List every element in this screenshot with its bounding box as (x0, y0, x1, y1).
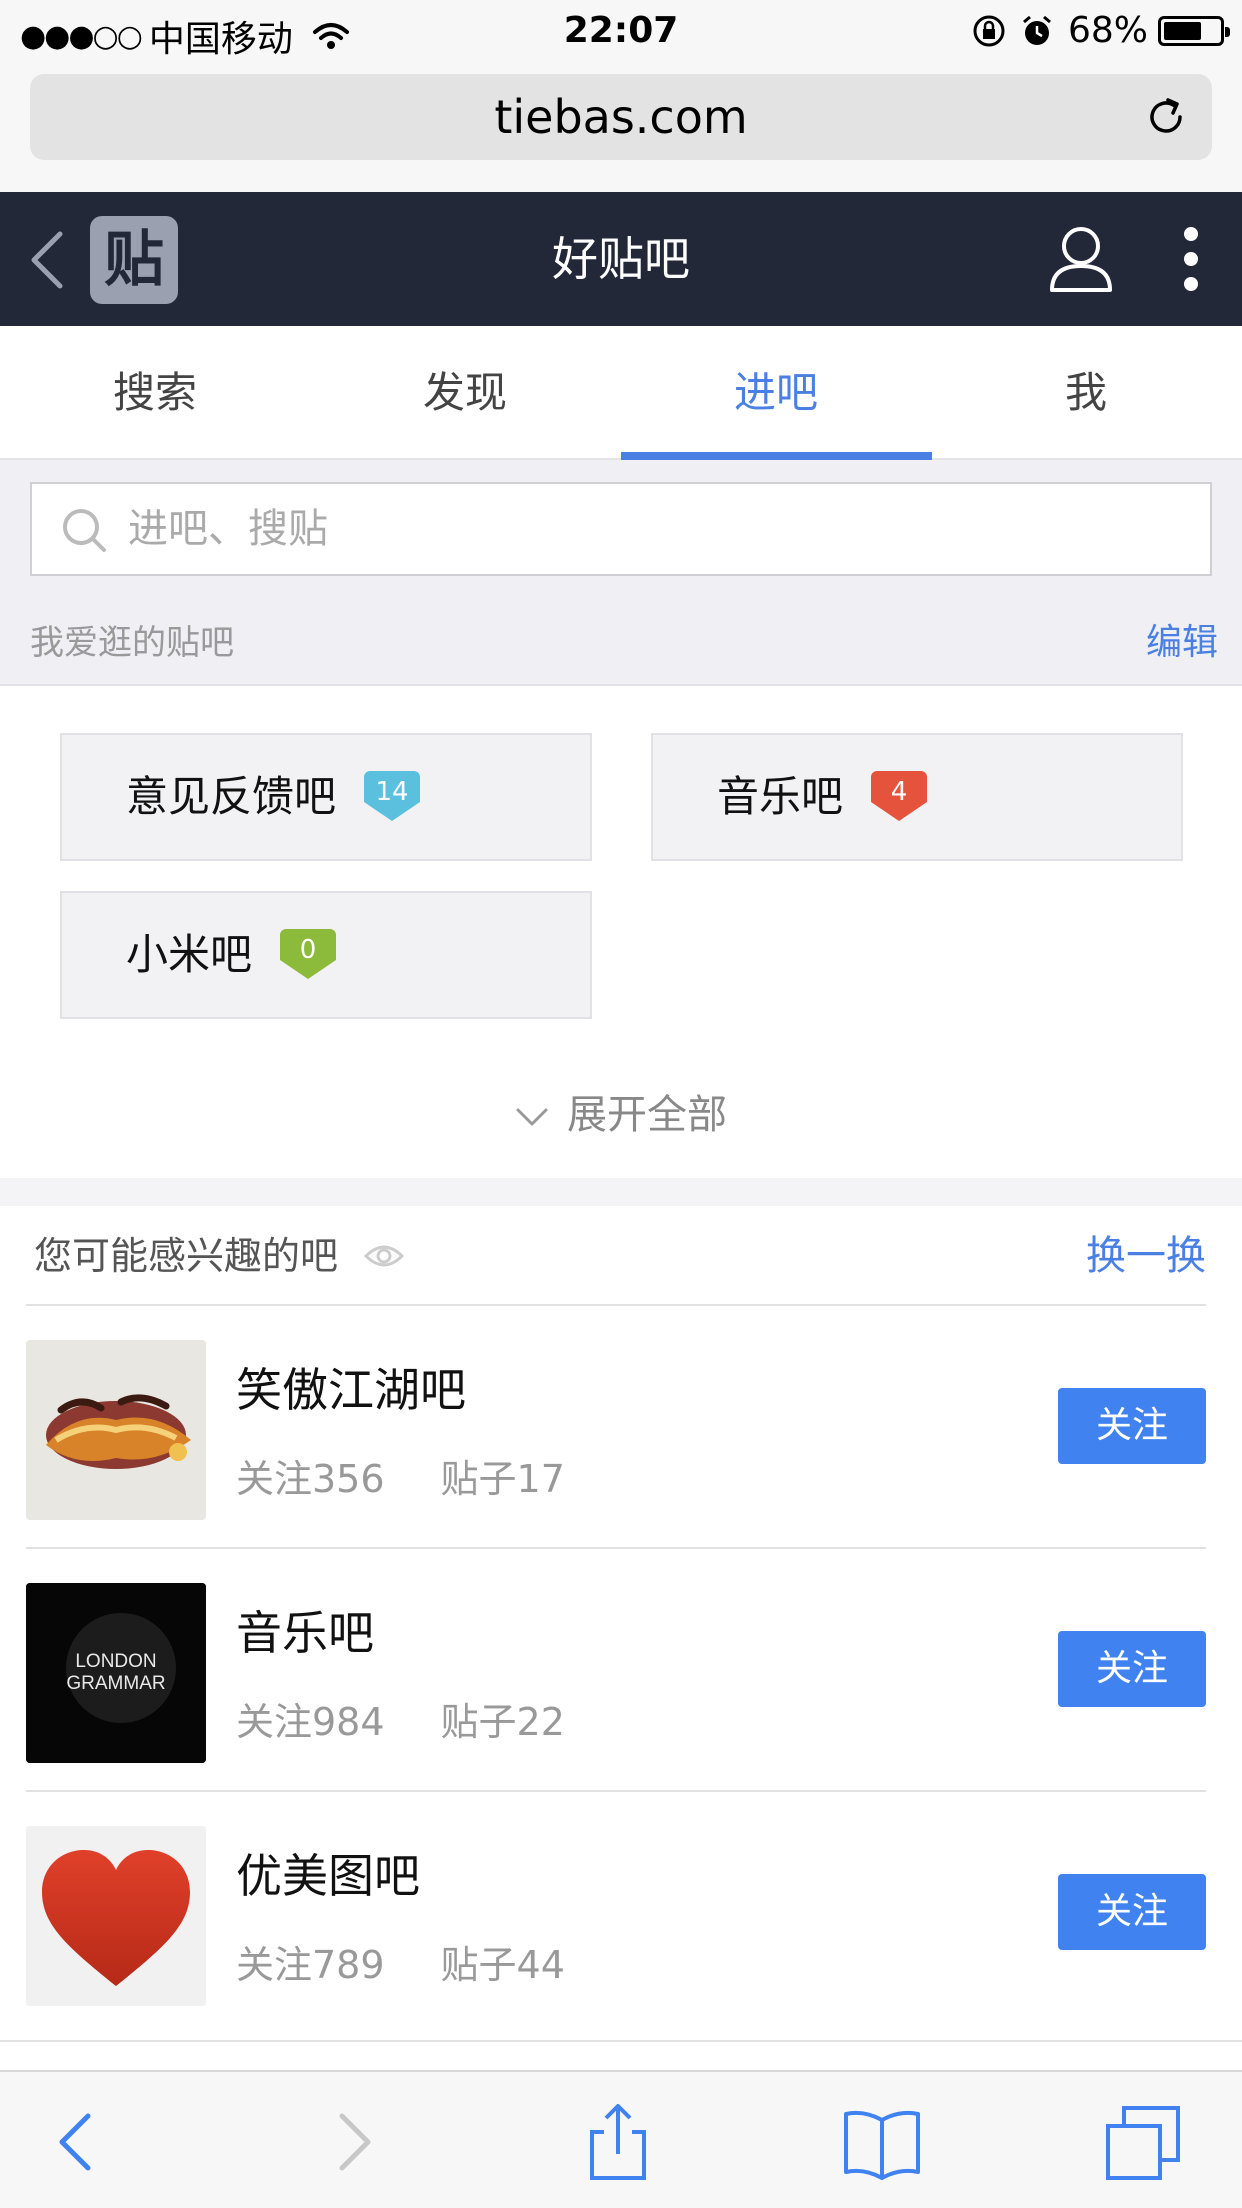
rotation-lock-icon (973, 15, 1005, 46)
search-area (0, 460, 1242, 600)
url-text: tiebas.com (494, 90, 748, 144)
refresh-suggestions-button[interactable]: 换一换 (1086, 1206, 1206, 1306)
favorite-bar-name: 意见反馈吧 (126, 772, 337, 821)
bookmarks-icon[interactable] (842, 2102, 922, 2182)
follow-button[interactable]: 关注 (1058, 1388, 1206, 1464)
more-vertical-icon[interactable] (1180, 224, 1202, 294)
game-logo-image (26, 1340, 206, 1520)
post-count: 贴子44 (440, 1943, 565, 1987)
chevron-down-icon (516, 1108, 548, 1126)
app-header: 贴 好贴吧 (0, 192, 1242, 326)
expand-all-button[interactable]: 展开全部 (0, 1060, 1242, 1170)
bar-name: 优美图吧 (236, 1849, 420, 1903)
expand-all-label: 展开全部 (567, 1092, 727, 1138)
suggested-bar-item[interactable]: LONDON GRAMMAR 音乐吧 关注984 贴子22 关注 (0, 1549, 1242, 1792)
suggested-bar-item[interactable]: 笑傲江湖吧 关注356 贴子17 关注 (0, 1306, 1242, 1549)
alarm-icon (1023, 15, 1051, 45)
eye-icon (364, 1245, 404, 1267)
post-count: 贴子22 (440, 1700, 565, 1744)
search-input[interactable] (128, 484, 1168, 574)
address-bar[interactable]: tiebas.com (30, 74, 1212, 160)
battery-percent: 68% (1067, 10, 1148, 51)
interest-title: 您可能感兴趣的吧 (34, 1234, 339, 1278)
tab-discover[interactable]: 发现 (310, 326, 620, 460)
follower-count: 关注984 (236, 1700, 385, 1744)
interest-header: 您可能感兴趣的吧 换一换 (0, 1206, 1242, 1306)
list-end (0, 2040, 1242, 2070)
bar-name: 笑傲江湖吧 (236, 1363, 466, 1417)
status-right: 68% (972, 10, 1230, 51)
tab-bar: 搜索 发现 进吧 我 (0, 326, 1242, 460)
favorites-header: 我爱逛的贴吧 编辑 (0, 600, 1242, 686)
bar-stats: 关注984 贴子22 (236, 1691, 621, 1746)
bar-name: 音乐吧 (236, 1606, 374, 1660)
tab-search[interactable]: 搜索 (0, 326, 310, 460)
follower-count: 关注356 (236, 1457, 385, 1501)
bar-stats: 关注789 贴子44 (236, 1934, 621, 1989)
favorite-bar-card[interactable]: 意见反馈吧 14 (60, 733, 592, 861)
favorite-bar-name: 小米吧 (126, 930, 253, 979)
bar-thumbnail (26, 1826, 206, 2006)
album-cover-image: LONDON GRAMMAR (26, 1583, 206, 1763)
favorites-title: 我爱逛的贴吧 (30, 623, 234, 663)
edit-button[interactable]: 编辑 (1146, 600, 1218, 686)
user-icon[interactable] (1048, 224, 1114, 294)
bar-stats: 关注356 贴子17 (236, 1448, 621, 1503)
browser-forward-icon[interactable] (312, 2102, 392, 2182)
search-icon (63, 509, 106, 552)
favorite-bar-card[interactable]: 小米吧 0 (60, 891, 592, 1019)
follow-button[interactable]: 关注 (1058, 1631, 1206, 1707)
cover-text-line-1: LONDON (75, 1651, 156, 1672)
tab-active-indicator (621, 452, 932, 460)
search-box[interactable] (30, 482, 1212, 576)
bar-thumbnail (26, 1340, 206, 1520)
tab-enter-bar[interactable]: 进吧 (621, 326, 931, 460)
browser-toolbar (0, 2070, 1242, 2208)
battery-fill (1164, 21, 1201, 40)
follower-count: 关注789 (236, 1943, 385, 1987)
follow-button[interactable]: 关注 (1058, 1874, 1206, 1950)
cover-text-line-2: GRAMMAR (66, 1673, 165, 1694)
share-icon[interactable] (578, 2102, 658, 2182)
reload-icon[interactable] (1144, 95, 1188, 139)
favorite-bar-name: 音乐吧 (717, 772, 844, 821)
post-count: 贴子17 (440, 1457, 565, 1501)
section-spacer (0, 1178, 1242, 1206)
browser-back-icon[interactable] (38, 2102, 118, 2182)
unread-badge: 0 (280, 929, 336, 979)
bar-thumbnail: LONDON GRAMMAR (26, 1583, 206, 1763)
battery-icon (1158, 15, 1230, 46)
favorite-bar-card[interactable]: 音乐吧 4 (651, 733, 1183, 861)
tabs-icon[interactable] (1104, 2102, 1184, 2182)
browser-address-area: tiebas.com (0, 62, 1242, 192)
unread-badge: 4 (871, 771, 927, 821)
suggested-bar-item[interactable]: 优美图吧 关注789 贴子44 关注 (0, 1792, 1242, 2035)
tab-me[interactable]: 我 (931, 326, 1241, 460)
unread-badge: 14 (364, 771, 420, 821)
heart-icon (26, 1826, 206, 2006)
status-bar: ●●●○○ 中国移动 22:07 68% (0, 0, 1242, 62)
